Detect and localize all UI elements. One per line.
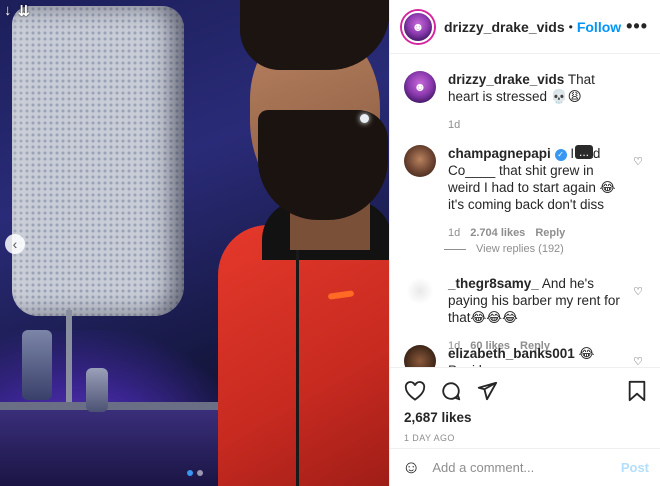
- carousel-dot: [186, 470, 193, 476]
- comment-username[interactable]: elizabeth_banks001: [448, 346, 575, 361]
- author-avatar[interactable]: ☻: [404, 71, 436, 103]
- comment-body: elizabeth_banks001 😂 Papi has: [448, 345, 647, 367]
- bookmark-icon[interactable]: [627, 380, 647, 402]
- post-photo[interactable]: ↓ ⇊ ‹: [0, 0, 389, 486]
- comments-list[interactable]: ☻ drizzy_drake_vids That heart is stress…: [390, 55, 660, 367]
- view-replies[interactable]: View replies (192): [444, 243, 564, 255]
- verified-badge-icon: ✓: [554, 149, 567, 161]
- download-icon[interactable]: ↓: [4, 2, 12, 20]
- replies-line: [444, 248, 466, 250]
- post-header: ☻ drizzy_drake_vids • Follow •••: [390, 0, 660, 54]
- commenter-avatar[interactable]: [404, 145, 436, 177]
- photo-earring: [360, 114, 369, 123]
- author-avatar[interactable]: ☻: [402, 10, 434, 43]
- comment-meta: 1d 2.704 likes Reply: [448, 225, 625, 242]
- caption-username[interactable]: drizzy_drake_vids: [448, 72, 564, 87]
- photo-top-icons: ↓ ⇊: [4, 2, 30, 20]
- photo-zipper: [296, 250, 299, 486]
- header-separator: •: [568, 19, 573, 34]
- photo-acoustic-panel: [12, 6, 184, 316]
- heart-icon[interactable]: ♡: [633, 155, 643, 168]
- heart-icon[interactable]: ♡: [633, 285, 643, 298]
- add-comment-input[interactable]: Add a comment...: [432, 460, 620, 475]
- commenter-avatar[interactable]: [404, 275, 436, 307]
- photo-figurine: [86, 368, 108, 412]
- comment-body: _thegr8samy_ And he's paying his barber …: [448, 275, 647, 355]
- photo-figurine: [22, 330, 52, 400]
- caption-age[interactable]: 1d: [448, 117, 460, 134]
- photo-jacket: [218, 225, 389, 486]
- comment-username[interactable]: champagnepapi: [448, 146, 551, 161]
- share-icon[interactable]: [476, 380, 498, 402]
- post-timestamp[interactable]: 1 DAY AGO: [404, 433, 647, 443]
- author-username[interactable]: drizzy_drake_vids: [444, 19, 565, 35]
- comment-likes[interactable]: 2.704 likes: [470, 225, 525, 242]
- comment-body: champagnepapi ✓ I had Co____ that shit g…: [448, 145, 647, 242]
- view-replies-label[interactable]: View replies (192): [476, 243, 564, 255]
- carousel-dot: [196, 470, 203, 476]
- likes-count[interactable]: 2,687 likes: [404, 410, 647, 425]
- heart-icon[interactable]: [404, 381, 426, 401]
- emoji-icon[interactable]: ☺: [402, 457, 420, 478]
- instagram-post-modal: ↓ ⇊ ‹ ☻ drizzy_drake_vids • Follow ••• ☻…: [0, 0, 660, 486]
- caption-meta: 1d: [448, 117, 625, 134]
- photo-person: [200, 0, 389, 486]
- post-button[interactable]: Post: [621, 460, 649, 475]
- follow-button[interactable]: Follow: [577, 19, 621, 35]
- commenter-avatar[interactable]: [404, 345, 436, 367]
- photo-beard: [258, 110, 388, 220]
- comment-icon[interactable]: [440, 380, 462, 402]
- action-bar: [404, 376, 647, 406]
- reply-button[interactable]: Reply: [535, 225, 565, 242]
- caption-body: drizzy_drake_vids That heart is stressed…: [448, 71, 647, 134]
- chevron-left-icon[interactable]: ‹: [5, 234, 25, 254]
- comment-item: _thegr8samy_ And he's paying his barber …: [390, 275, 660, 355]
- comment-item: champagnepapi ✓ I had Co____ that shit g…: [390, 145, 660, 242]
- more-icon[interactable]: •••: [626, 16, 648, 37]
- comment-username[interactable]: _thegr8samy_: [448, 276, 539, 291]
- comment-age[interactable]: 1d: [448, 225, 460, 242]
- comment-item: elizabeth_banks001 😂 Papi has ♡: [390, 345, 660, 367]
- heart-icon[interactable]: ♡: [633, 355, 643, 367]
- post-sidebar: ☻ drizzy_drake_vids • Follow ••• ☻ drizz…: [389, 0, 660, 486]
- add-comment-bar: ☺ Add a comment... Post: [390, 448, 660, 486]
- download-icon[interactable]: ⇊: [18, 2, 31, 20]
- post-actions: 2,687 likes 1 DAY AGO: [390, 367, 660, 443]
- caption: ☻ drizzy_drake_vids That heart is stress…: [390, 71, 660, 134]
- comment-options-overlay[interactable]: ...: [575, 145, 594, 159]
- carousel-dots: [0, 470, 389, 476]
